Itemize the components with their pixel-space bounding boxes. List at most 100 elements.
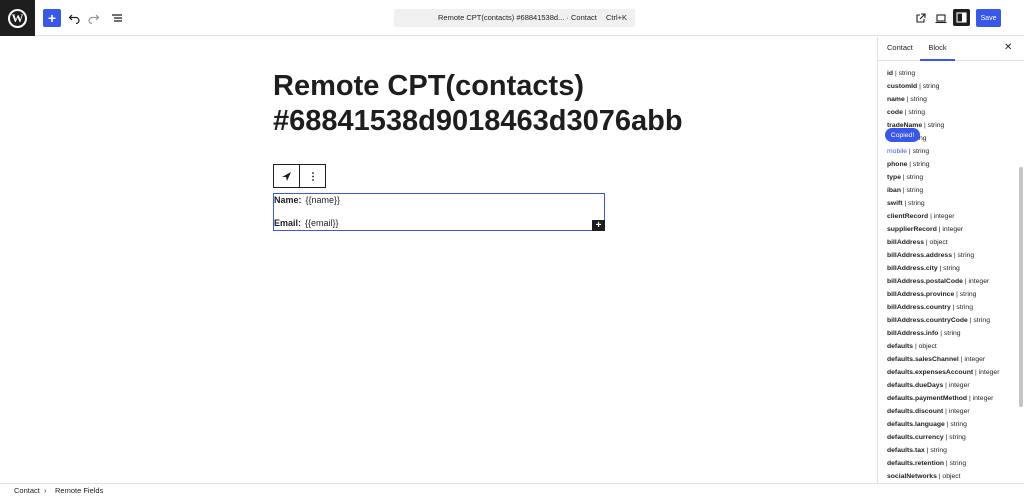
settings-sidebar-icon[interactable] [953,9,970,26]
field-name: iban [887,187,901,194]
remote-field-item[interactable]: defaults.discount | integer [887,405,1017,418]
field-name: billAddress.countryCode [887,317,968,324]
save-button[interactable]: Save [976,9,1001,27]
remote-field-item[interactable]: swift | string [887,197,1017,210]
remote-field-item[interactable]: defaults.dueDays | integer [887,379,1017,392]
email-field-line[interactable]: Email: {{email}} [274,218,339,228]
remote-field-item[interactable]: id | string [887,67,1017,80]
editor-canvas: Remote CPT(contacts) #68841538d9018463d3… [0,37,877,483]
remote-field-item[interactable]: billAddress | object [887,236,1017,249]
field-type: | object [938,473,961,480]
device-preview-icon[interactable] [932,9,950,27]
block-inserter-button[interactable]: + [43,9,61,27]
field-name: billAddress [887,239,925,246]
list-view-icon[interactable] [108,9,126,27]
field-type: | string [956,291,977,298]
tab-contact[interactable]: Contact [887,37,913,61]
breadcrumb-item-remote-fields[interactable]: Remote Fields [55,486,103,495]
field-name: socialNetworks [887,473,937,480]
name-field-line[interactable]: Name: {{name}} [274,195,340,205]
field-type: | string [908,148,930,155]
remote-field-item[interactable]: defaults.retention | string [887,457,1017,470]
remote-field-item[interactable]: billAddress.province | string [887,288,1017,301]
remote-field-item[interactable]: billAddress.address | string [887,249,1017,262]
document-bar[interactable]: Remote CPT(contacts) #68841538d... · Con… [394,9,635,27]
field-type: | string [945,434,966,441]
field-name: defaults.tax [887,447,925,454]
remote-field-item[interactable]: phone | string [887,158,1017,171]
remote-field-item[interactable]: billAddress.city | string [887,262,1017,275]
sidebar-scrollbar[interactable] [1019,167,1023,407]
remote-field-item[interactable]: billAddress.countryCode | string [887,314,1017,327]
breadcrumb-item-contact[interactable]: Contact [14,486,40,495]
remote-field-item[interactable]: defaults.currency | string [887,431,1017,444]
field-label: Name: [274,195,302,205]
remote-field-item[interactable]: billAddress.postalCode | integer [887,275,1017,288]
close-icon[interactable]: ✕ [1004,42,1012,53]
post-title[interactable]: Remote CPT(contacts) #68841538d9018463d3… [273,69,683,139]
field-name: customId [887,83,918,90]
field-name: defaults.language [887,421,945,428]
undo-icon[interactable] [65,9,83,27]
remote-field-item[interactable]: defaults.tax | string [887,444,1017,457]
field-type: | string [945,460,967,467]
field-name: defaults.paymentMethod [887,395,968,402]
external-view-icon[interactable] [911,9,929,27]
breadcrumb: Contact › Remote Fields [0,483,1024,497]
field-name: defaults.currency [887,434,944,441]
field-name: supplierRecord [887,226,937,233]
field-placeholder: {{name}} [305,195,341,205]
remote-field-item[interactable]: socialNetworks | object [887,470,1017,483]
field-name: billAddress.province [887,291,955,298]
remote-field-item[interactable]: supplierRecord | integer [887,223,1017,236]
field-label: Email: [274,218,302,228]
field-name: phone [887,161,908,168]
remote-field-item[interactable]: defaults.salesChannel | integer [887,353,1017,366]
remote-field-item[interactable]: defaults.paymentMethod | integer [887,392,1017,405]
field-type: | string [953,252,975,259]
field-type: | string [924,122,945,129]
field-type: | integer [960,356,986,363]
field-name: defaults.expensesAccount [887,369,974,376]
field-name: defaults.dueDays [887,382,944,389]
remote-field-item[interactable]: billAddress.country | string [887,301,1017,314]
copied-tooltip: Copied! [885,128,920,142]
wordpress-logo-letter: W [8,8,27,28]
remote-field-item[interactable]: type | string [887,171,1017,184]
field-type: | string [902,174,924,181]
remote-field-item[interactable]: defaults.language | string [887,418,1017,431]
editor-header: W + Remote CPT(contacts) #68841538d... ·… [0,0,1024,36]
remote-field-item[interactable]: billAddress.info | string [887,327,1017,340]
remote-field-item[interactable]: name | string [887,93,1017,106]
add-block-button[interactable]: + [592,220,605,231]
field-name: name [887,96,905,103]
sidebar-tabs: Contact Block ✕ [878,37,1024,61]
remote-fields-block[interactable]: Name: {{name}} Email: {{email}} [273,193,605,231]
remote-field-item[interactable]: customId | string [887,80,1017,93]
remote-field-item[interactable]: clientRecord | integer [887,210,1017,223]
block-toolbar [273,164,326,188]
field-type: | string [952,304,973,311]
field-name: swift [887,200,903,207]
field-type: | string [906,96,927,103]
remote-field-item[interactable]: defaults | object [887,340,1017,353]
remote-field-item[interactable]: code | string [887,106,1017,119]
redo-icon[interactable] [85,9,103,27]
more-vertical-icon[interactable] [299,165,325,187]
field-type: | integer [945,382,970,389]
field-type: | string [926,447,947,454]
field-type: | string [909,161,930,168]
remote-field-item[interactable]: defaults.expensesAccount | integer [887,366,1017,379]
remote-field-item[interactable]: mobile | string [887,145,1017,158]
field-type: | string [940,330,961,337]
field-name: billAddress.postalCode [887,278,963,285]
document-title: Remote CPT(contacts) #68841538d... · Con… [438,13,597,22]
field-type: | string [969,317,990,324]
field-name: id [887,70,894,77]
airplane-block-icon[interactable] [274,165,299,187]
wordpress-logo-icon[interactable]: W [0,0,35,36]
field-type: | string [894,70,916,77]
field-name: defaults.retention [887,460,945,467]
tab-block[interactable]: Block [920,37,955,61]
remote-field-item[interactable]: iban | string [887,184,1017,197]
